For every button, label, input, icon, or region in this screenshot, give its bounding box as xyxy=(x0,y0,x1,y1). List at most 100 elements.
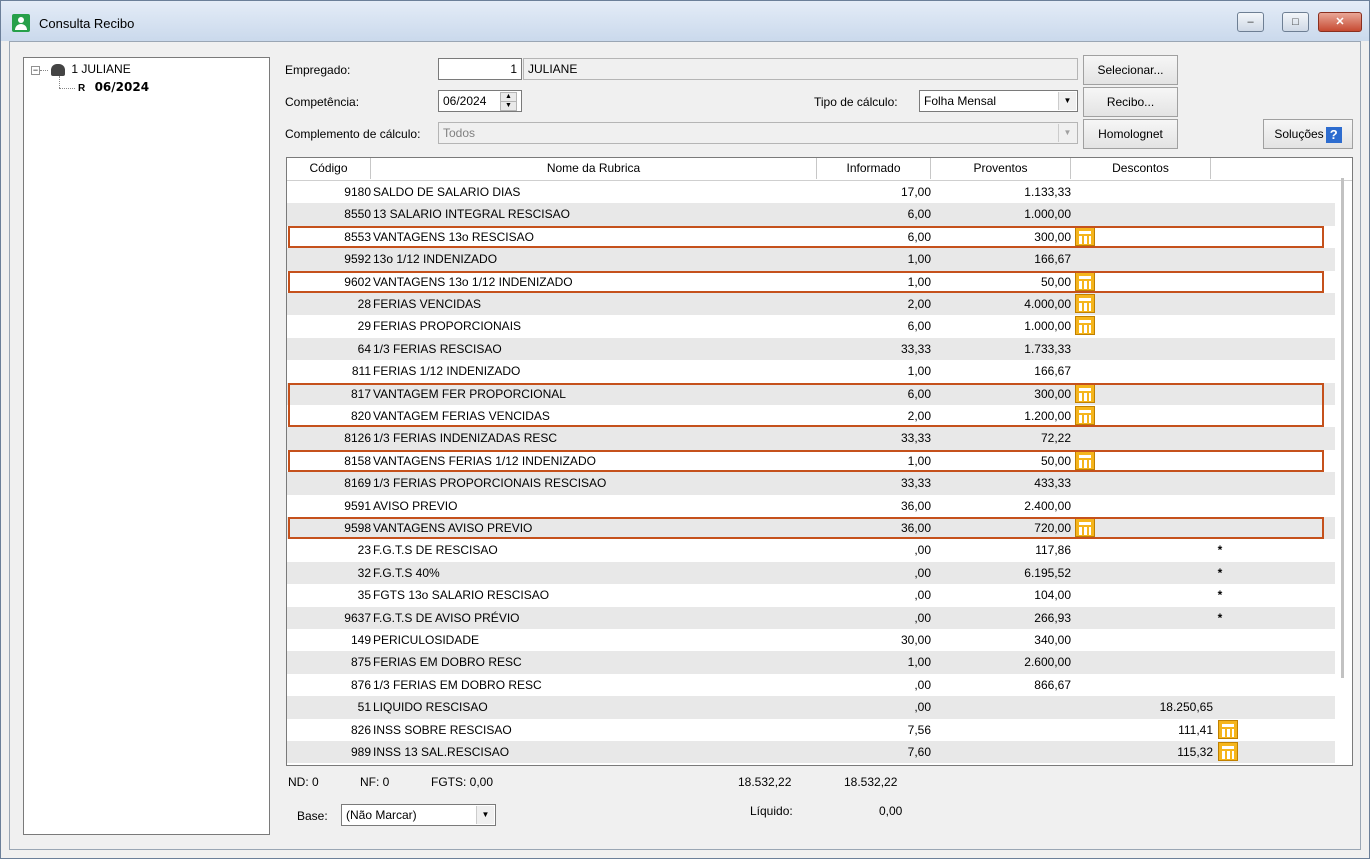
tipo-calculo-label: Tipo de cálculo: xyxy=(814,95,898,109)
cell-proventos: 1.000,00 xyxy=(1024,207,1071,222)
cell-proventos: 866,67 xyxy=(1034,677,1071,692)
tree-connector xyxy=(59,88,75,89)
calculator-icon[interactable] xyxy=(1075,294,1095,313)
table-row[interactable]: 8169 1/3 FERIAS PROPORCIONAIS RESCISAO 33,… xyxy=(287,472,1335,495)
minimize-button[interactable]: – xyxy=(1237,12,1264,32)
cell-descontos: 18.250,65 xyxy=(1159,700,1213,715)
cell-informado: 36,00 xyxy=(900,521,931,535)
liquido-value: 0,00 xyxy=(879,804,903,818)
tree-node-period[interactable]: R 06/2024 xyxy=(78,80,149,94)
cell-nome-rubrica: FERIAS 1/12 INDENIZADO xyxy=(373,364,521,379)
calculator-icon[interactable] xyxy=(1075,383,1095,403)
table-row[interactable]: 8550 13 SALARIO INTEGRAL RESCISAO 6,00 1.00… xyxy=(287,203,1335,226)
header-codigo[interactable]: Código xyxy=(287,158,371,179)
table-row[interactable]: 29 FERIAS PROPORCIONAIS 6,00 1.000,00 xyxy=(287,315,1335,337)
calculator-icon[interactable] xyxy=(1075,450,1095,470)
table-row[interactable]: 876 1/3 FERIAS EM DOBRO RESC ,00 866,67 xyxy=(287,674,1335,696)
tipo-calculo-value: Folha Mensal xyxy=(924,94,997,108)
cell-informado: ,00 xyxy=(914,677,931,692)
table-row[interactable]: 9591 AVISO PREVIO 36,00 2.400,00 xyxy=(287,495,1335,517)
cell-informado: 7,56 xyxy=(907,722,931,737)
recibo-button[interactable]: Recibo... xyxy=(1083,87,1178,117)
cell-nome-rubrica: 1/3 FERIAS INDENIZADAS RESC xyxy=(373,431,558,446)
cell-codigo: 989 xyxy=(350,745,371,759)
cell-proventos: 433,33 xyxy=(1034,476,1071,491)
table-row[interactable]: 817 VANTAGEM FER PROPORCIONAL 6,00 300,00 xyxy=(287,382,1335,405)
consulta-recibo-window: Consulta Recibo – □ ✕ − 1 JULIANE R 06/2… xyxy=(0,0,1370,859)
table-row[interactable]: 826 INSS SOBRE RESCISAO 7,56 111,41 xyxy=(287,719,1335,741)
calculator-icon[interactable] xyxy=(1218,742,1238,761)
empregado-label: Empregado: xyxy=(285,63,351,77)
complemento-select: Todos ▼ xyxy=(438,122,1078,144)
cell-codigo: 29 xyxy=(357,319,371,334)
table-row[interactable]: 35 FGTS 13o SALARIO RESCISAO ,00 104,00 * xyxy=(287,584,1335,606)
table-row[interactable]: 9602 VANTAGENS 13o 1/12 INDENIZADO 1,00 50,… xyxy=(287,271,1335,293)
cell-informado: 1,00 xyxy=(907,364,931,379)
cell-codigo: 64 xyxy=(357,341,371,356)
calculator-icon[interactable] xyxy=(1075,406,1095,425)
cell-informado: ,00 xyxy=(914,565,931,580)
calculator-icon[interactable] xyxy=(1075,226,1095,246)
cell-informado: 33,33 xyxy=(900,476,931,491)
cell-nome-rubrica: VANTAGENS 13o 1/12 INDENIZADO xyxy=(373,274,573,289)
table-row[interactable]: 32 F.G.T.S 40% ,00 6.195,52 * xyxy=(287,561,1335,585)
table-row[interactable]: 64 1/3 FERIAS RESCISAO 33,33 1.733,33 xyxy=(287,337,1335,361)
table-row[interactable]: 9180 SALDO DE SALARIO DIAS 17,00 1.133,33 xyxy=(287,181,1335,203)
table-row[interactable]: 820 VANTAGEM FERIAS VENCIDAS 2,00 1.200,00 xyxy=(287,405,1335,427)
solucoes-button[interactable]: Soluções? xyxy=(1263,119,1353,149)
cell-fgts-marker: * xyxy=(1217,543,1223,558)
header-descontos[interactable]: Descontos xyxy=(1071,158,1211,179)
cell-nome-rubrica: VANTAGEM FERIAS VENCIDAS xyxy=(373,409,550,423)
dropdown-arrow-icon[interactable]: ▼ xyxy=(1058,92,1076,110)
cell-codigo: 9602 xyxy=(344,274,371,289)
header-nome-rubrica[interactable]: Nome da Rubrica xyxy=(371,158,817,179)
base-select[interactable]: (Não Marcar) ▼ xyxy=(341,804,496,826)
cell-proventos: 720,00 xyxy=(1034,521,1071,535)
spin-down-icon[interactable]: ▼ xyxy=(500,101,517,111)
vertical-scrollbar[interactable] xyxy=(1341,178,1344,678)
cell-nome-rubrica: 13 SALARIO INTEGRAL RESCISAO xyxy=(373,207,570,222)
table-row[interactable]: 989 INSS 13 SAL.RESCISAO 7,60 115,32 xyxy=(287,741,1335,764)
empregado-code-field[interactable]: 1 xyxy=(438,58,522,80)
table-row[interactable]: 875 FERIAS EM DOBRO RESC 1,00 2.600,00 xyxy=(287,651,1335,674)
table-row[interactable]: 28 FERIAS VENCIDAS 2,00 4.000,00 xyxy=(287,293,1335,316)
cell-codigo: 8158 xyxy=(344,453,371,468)
cell-nome-rubrica: VANTAGENS 13o RESCISAO xyxy=(373,229,534,244)
dropdown-arrow-icon[interactable]: ▼ xyxy=(476,806,494,824)
calculator-icon[interactable] xyxy=(1075,271,1095,291)
table-row[interactable]: 9592 13o 1/12 INDENIZADO 1,00 166,67 xyxy=(287,248,1335,271)
table-row[interactable]: 9598 VANTAGENS AVISO PREVIO 36,00 720,00 xyxy=(287,517,1335,540)
cell-descontos: 111,41 xyxy=(1178,722,1213,737)
nf-count: NF: 0 xyxy=(360,775,390,789)
cell-nome-rubrica: VANTAGEM FER PROPORCIONAL xyxy=(373,386,566,401)
table-row[interactable]: 8126 1/3 FERIAS INDENIZADAS RESC 33,33 72,2… xyxy=(287,427,1335,450)
close-button[interactable]: ✕ xyxy=(1318,12,1362,32)
homolognet-button[interactable]: Homolognet xyxy=(1083,119,1178,149)
table-row[interactable]: 8158 VANTAGENS FERIAS 1/12 INDENIZADO 1,00… xyxy=(287,450,1335,472)
maximize-button[interactable]: □ xyxy=(1282,12,1309,32)
nd-count: ND: 0 xyxy=(288,775,319,789)
calculator-icon[interactable] xyxy=(1075,316,1095,336)
rubricas-grid[interactable]: Código Nome da Rubrica Informado Provent… xyxy=(286,157,1353,766)
cell-codigo: 9591 xyxy=(344,498,371,513)
cell-proventos: 6.195,52 xyxy=(1024,565,1071,580)
tree-expander-icon[interactable]: − xyxy=(31,66,40,75)
table-row[interactable]: 811 FERIAS 1/12 INDENIZADO 1,00 166,67 xyxy=(287,360,1335,382)
cell-informado: 1,00 xyxy=(907,274,931,289)
calculator-icon[interactable] xyxy=(1075,518,1095,537)
employee-tree[interactable]: − 1 JULIANE R 06/2024 xyxy=(23,57,270,835)
calculator-icon[interactable] xyxy=(1218,719,1238,739)
tipo-calculo-select[interactable]: Folha Mensal ▼ xyxy=(919,90,1078,112)
table-row[interactable]: 8553 VANTAGENS 13o RESCISAO 6,00 300,00 xyxy=(287,226,1335,248)
table-row[interactable]: 23 F.G.T.S DE RESCISAO ,00 117,86 * xyxy=(287,539,1335,561)
selecionar-button[interactable]: Selecionar... xyxy=(1083,55,1178,85)
table-row[interactable]: 149 PERICULOSIDADE 30,00 340,00 xyxy=(287,629,1335,651)
cell-informado: 1,00 xyxy=(907,453,931,468)
header-proventos[interactable]: Proventos xyxy=(931,158,1071,179)
tree-node-employee-label: 1 JULIANE xyxy=(71,62,131,76)
table-row[interactable]: 9637 F.G.T.S DE AVISO PRÉVIO ,00 266,93 * xyxy=(287,606,1335,629)
cell-codigo: 23 xyxy=(357,543,371,558)
tree-node-employee[interactable]: 1 JULIANE xyxy=(51,62,131,76)
header-informado[interactable]: Informado xyxy=(817,158,931,179)
table-row[interactable]: 51 LIQUIDO RESCISAO ,00 18.250,65 xyxy=(287,696,1335,719)
